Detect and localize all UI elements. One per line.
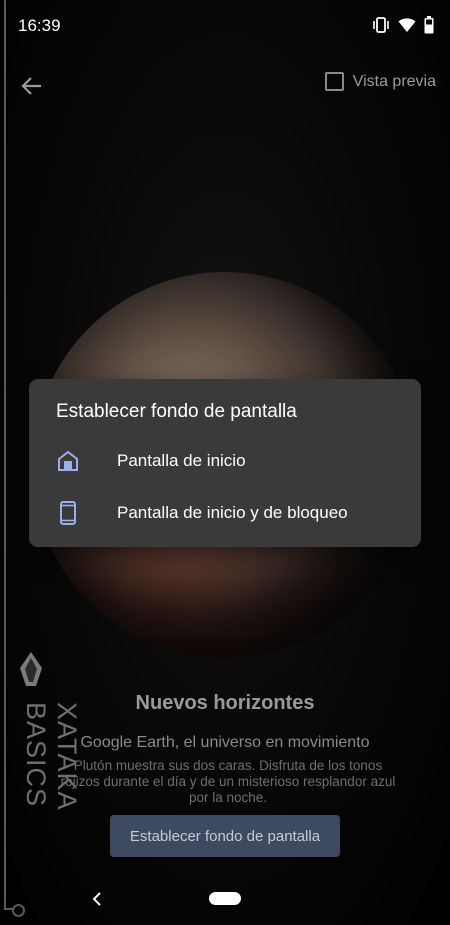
- option-home-lock-label: Pantalla de inicio y de bloqueo: [117, 503, 348, 522]
- status-icons: [372, 16, 434, 34]
- nav-home-pill[interactable]: [209, 892, 241, 905]
- option-home-label: Pantalla de inicio: [117, 451, 246, 470]
- option-home-and-lock-screen[interactable]: Pantalla de inicio y de bloqueo: [29, 489, 421, 537]
- status-bar: 16:39: [0, 0, 450, 54]
- watermark-line-dot: [12, 904, 25, 917]
- preview-toggle[interactable]: Vista previa: [324, 72, 436, 91]
- wifi-icon: [398, 18, 416, 32]
- preview-checkbox[interactable]: [324, 72, 344, 91]
- wallpaper-title: Nuevos horizontes: [135, 692, 315, 714]
- set-wallpaper-button[interactable]: Establecer fondo de pantalla: [110, 815, 340, 857]
- nav-back-icon[interactable]: [90, 890, 104, 908]
- xataka-logo-icon: [20, 652, 42, 686]
- status-time: 16:39: [18, 16, 61, 35]
- vibrate-icon: [373, 17, 389, 33]
- dialog-title: Establecer fondo de pantalla: [56, 401, 297, 422]
- battery-icon: [424, 16, 434, 34]
- wallpaper-subtitle: Google Earth, el universo en movimiento: [80, 734, 370, 751]
- home-icon: [58, 450, 78, 471]
- option-home-screen[interactable]: Pantalla de inicio: [29, 437, 421, 485]
- preview-label: Vista previa: [352, 72, 436, 90]
- watermark-line: [4, 0, 6, 910]
- back-arrow-icon[interactable]: [18, 72, 46, 100]
- set-wallpaper-dialog: Establecer fondo de pantalla Pantalla de…: [29, 379, 421, 547]
- wallpaper-description: Plutón muestra sus dos caras. Disfruta d…: [60, 758, 396, 805]
- xataka-watermark: XATAKA BASICS: [14, 650, 82, 900]
- phone-icon: [60, 501, 76, 525]
